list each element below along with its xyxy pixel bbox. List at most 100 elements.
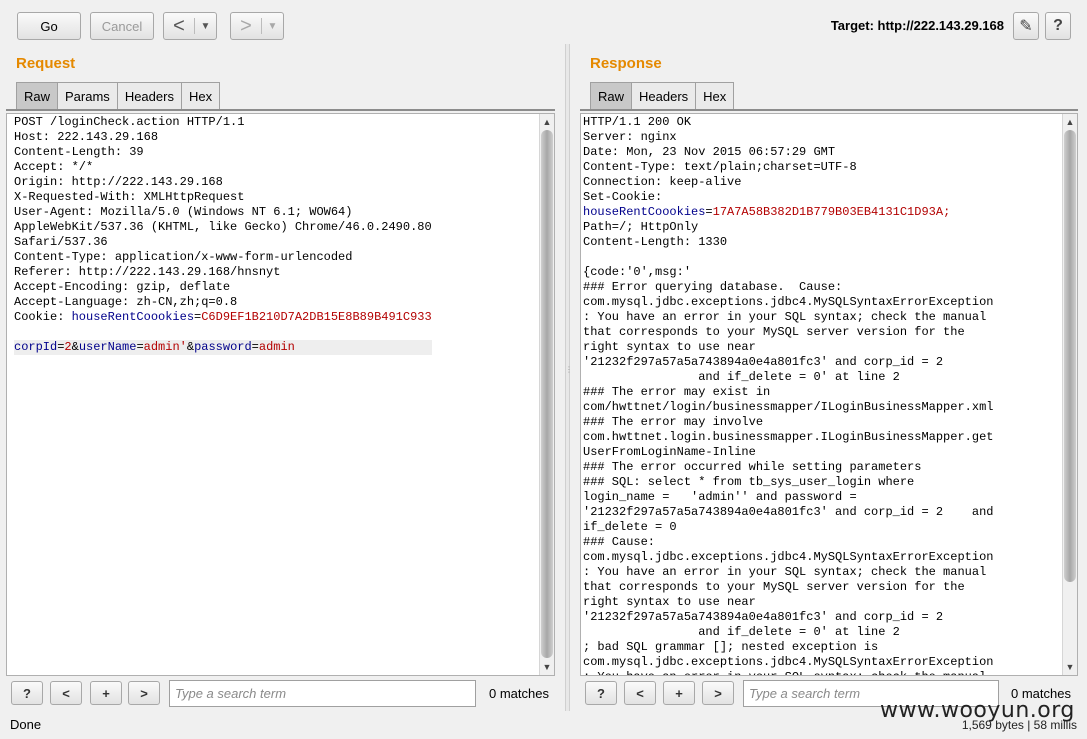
response-tab-headers[interactable]: Headers [631,82,697,110]
request-title: Request [16,55,76,72]
response-line: com.hwttnet.login.businessmapper.ILoginB… [583,430,993,445]
request-line: Accept: */* [14,160,432,175]
request-search-input[interactable]: Type a search term [169,680,476,707]
code-text: Referer: http://222.143.29.168/hnsnyt [14,265,281,279]
response-scrollbar[interactable]: ▲ ▼ [1062,114,1077,675]
code-text: : You have an error in your SQL syntax; … [583,565,987,579]
scroll-up-icon[interactable]: ▲ [1063,115,1077,129]
response-tab-underline [580,109,1078,111]
response-line: com/hwttnet/login/businessmapper/ILoginB… [583,400,993,415]
request-tabs: Raw Params Headers Hex [16,82,221,110]
code-text: = [136,340,144,354]
code-text: AppleWebKit/537.36 (KHTML, like Gecko) C… [14,220,432,234]
code-text: if_delete = 0 [583,520,677,534]
response-line: right syntax to use near [583,595,993,610]
request-search-prev-button[interactable]: < [50,681,82,705]
param-name: corpId [14,340,58,354]
response-line: '21232f297a57a5a743894a0e4a801fc3' and c… [583,505,993,520]
response-raw-text[interactable]: HTTP/1.1 200 OK Server: nginx Date: Mon, 2… [583,115,994,675]
response-tab-raw[interactable]: Raw [590,82,633,110]
response-search-help-button[interactable]: ? [585,681,617,705]
response-line: houseRentCoookies=17A7A58B382D1B779B03EB… [583,205,993,220]
code-text: Connection: keep-alive [583,175,742,189]
back-dropdown-icon[interactable]: ▼ [194,18,216,34]
request-tab-headers[interactable]: Headers [116,82,182,110]
code-text: '21232f297a57a5a743894a0e4a801fc3' and c… [583,610,944,624]
response-search-prev-button[interactable]: < [624,681,656,705]
code-text: UserFromLoginName-Inline [583,445,756,459]
request-line: AppleWebKit/537.36 (KHTML, like Gecko) C… [14,220,432,235]
response-line: Content-Length: 1330 [583,235,993,250]
code-text: com.mysql.jdbc.exceptions.jdbc4.MySQLSyn… [583,655,994,669]
response-search-next-button[interactable]: > [702,681,734,705]
code-text: Accept-Encoding: gzip, deflate [14,280,231,294]
request-tab-underline [6,109,555,111]
code-text: Path=/; HttpOnly [583,220,699,234]
code-text: com.mysql.jdbc.exceptions.jdbc4.MySQLSyn… [583,550,994,564]
code-text: Set-Cookie: [583,190,663,204]
code-text: = [251,340,259,354]
scrollbar-thumb[interactable] [1064,130,1076,582]
splitter-grip-icon[interactable]: ⋮ [565,365,573,385]
request-line: Accept-Language: zh-CN,zh;q=0.8 [14,295,432,310]
request-tab-params[interactable]: Params [57,82,118,110]
code-text: right syntax to use near [583,595,756,609]
forward-arrow-icon: > [240,14,252,37]
param-value: admin' [143,340,187,354]
request-line: Host: 222.143.29.168 [14,130,432,145]
response-line: HTTP/1.1 200 OK [583,115,993,130]
response-line: right syntax to use near [583,340,993,355]
response-tab-hex[interactable]: Hex [695,82,735,110]
param-value: 17A7A58B382D1B779B03EB4131C1D93A; [712,205,951,219]
response-search-add-button[interactable]: + [663,681,695,705]
param-name: userName [78,340,137,354]
cancel-button[interactable]: Cancel [90,12,154,40]
response-line: ### The error may exist in [583,385,993,400]
code-text: and if_delete = 0' at line 2 [583,625,900,639]
scrollbar-thumb[interactable] [541,130,553,658]
response-line: UserFromLoginName-Inline [583,445,993,460]
request-match-count: 0 matches [489,686,549,701]
response-line: ### Cause: [583,535,993,550]
request-line: Content-Length: 39 [14,145,432,160]
forward-dropdown-icon[interactable]: ▼ [261,18,283,34]
request-scrollbar[interactable]: ▲ ▼ [539,114,554,675]
request-search-help-button[interactable]: ? [11,681,43,705]
scroll-down-icon[interactable]: ▼ [1063,660,1077,674]
param-value: admin [258,340,295,354]
code-text: {code:'0',msg:' [583,265,692,279]
pencil-icon[interactable]: ✎ [1013,12,1039,40]
code-text: Content-Length: 1330 [583,235,728,249]
scroll-down-icon[interactable]: ▼ [540,660,554,674]
request-search-add-button[interactable]: + [90,681,122,705]
response-line [583,250,993,265]
scroll-up-icon[interactable]: ▲ [540,115,554,129]
request-tab-hex[interactable]: Hex [180,82,221,110]
code-text: X-Requested-With: XMLHttpRequest [14,190,245,204]
request-editor[interactable]: POST /loginCheck.action HTTP/1.1 Host: 22… [6,113,555,676]
response-line: : You have an error in your SQL syntax; … [583,565,993,580]
back-button[interactable]: < ▼ [163,12,217,40]
forward-button[interactable]: > ▼ [230,12,284,40]
help-icon[interactable]: ? [1045,12,1071,40]
response-line: {code:'0',msg:' [583,265,993,280]
go-button[interactable]: Go [17,12,81,40]
status-text: Done [10,717,42,732]
code-text: Host: 222.143.29.168 [14,130,159,144]
param-name: houseRentCoookies [583,205,706,219]
code-text: POST /loginCheck.action HTTP/1.1 [14,115,245,129]
code-text: ; bad SQL grammar []; nested exception i… [583,640,879,654]
request-raw-text[interactable]: POST /loginCheck.action HTTP/1.1 Host: 22… [14,115,432,355]
request-search-next-button[interactable]: > [128,681,160,705]
code-text: ### The error may exist in [583,385,771,399]
code-text: Server: nginx [583,130,677,144]
response-line: Set-Cookie: [583,190,993,205]
response-editor[interactable]: HTTP/1.1 200 OK Server: nginx Date: Mon, 2… [580,113,1078,676]
response-line: and if_delete = 0' at line 2 [583,625,993,640]
code-text: that corresponds to your MySQL server ve… [583,580,965,594]
code-text: login_name = 'admin'' and password = [583,490,857,504]
code-text: : You have an error in your SQL syntax; … [583,670,986,675]
request-tab-raw[interactable]: Raw [16,82,59,110]
code-text: User-Agent: Mozilla/5.0 (Windows NT 6.1;… [14,205,353,219]
response-line: com.mysql.jdbc.exceptions.jdbc4.MySQLSyn… [583,655,993,670]
